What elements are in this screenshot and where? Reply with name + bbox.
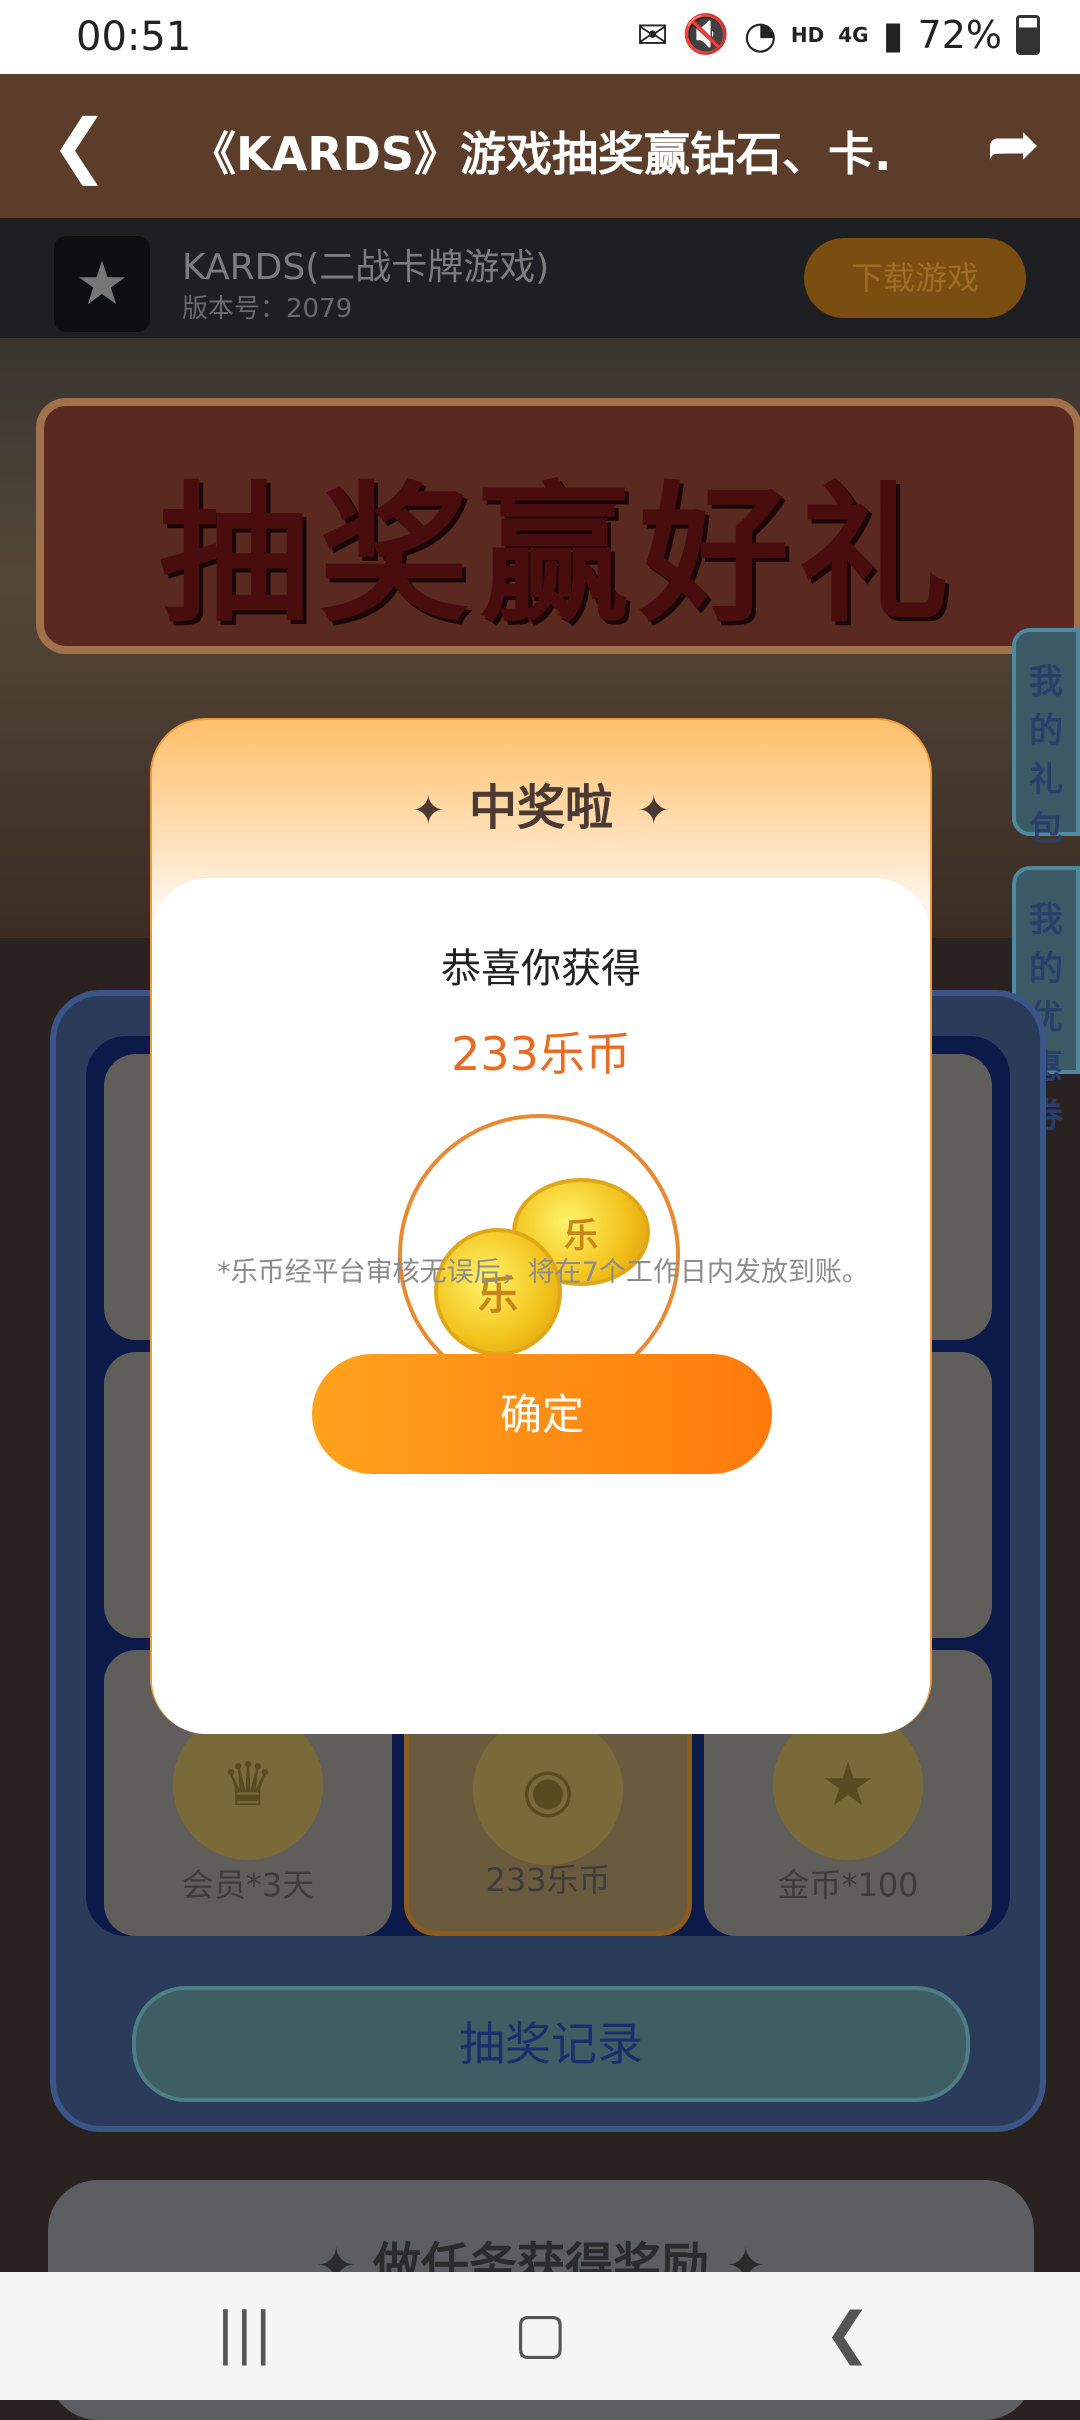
status-bar: 00:51 ✉ 🔇 ◔ HD 4G ▮ 72% bbox=[0, 0, 1080, 74]
status-icons: ✉ 🔇 ◔ HD 4G ▮ 72% bbox=[637, 12, 1040, 57]
wifi-icon: ◔ bbox=[743, 12, 777, 57]
dialog-title: 中奖啦 bbox=[468, 780, 613, 836]
message-icon: ✉ bbox=[636, 12, 669, 57]
share-icon[interactable]: ➦ bbox=[986, 110, 1040, 180]
coin-icon: 乐 bbox=[434, 1228, 562, 1356]
hd-indicator: HD bbox=[790, 22, 825, 47]
payout-notice: *乐币经平台审核无误后，将在7个工作日内发放到账。 bbox=[217, 1257, 869, 1288]
win-dialog: ✦ 中奖啦 ✦ 恭喜你获得 233乐币 乐 乐 *乐币经平台审核无误后，将在7个工作… bbox=[150, 718, 932, 1734]
congrats-text: 恭喜你获得 bbox=[441, 946, 641, 992]
back-icon[interactable]: ❮ bbox=[824, 2304, 871, 2364]
network-type: 4G bbox=[838, 22, 869, 47]
sparkle-icon: ✦ bbox=[411, 788, 445, 834]
page-title: 《KARDS》游戏抽奖赢钻石、卡... bbox=[190, 127, 890, 181]
dialog-body: 恭喜你获得 233乐币 乐 乐 *乐币经平台审核无误后，将在7个工作日内发放到账… bbox=[152, 878, 930, 1734]
battery-level: 72% bbox=[917, 12, 1002, 57]
home-icon[interactable]: ▢ bbox=[514, 2304, 567, 2364]
confirm-button[interactable]: 确定 bbox=[312, 1354, 772, 1474]
back-arrow-icon[interactable]: ❮ bbox=[50, 110, 109, 180]
sparkle-icon: ✦ bbox=[637, 788, 671, 834]
recent-apps-icon[interactable]: ||| bbox=[216, 2304, 273, 2364]
dialog-header: ✦ 中奖啦 ✦ bbox=[152, 768, 930, 838]
mute-icon: 🔇 bbox=[682, 12, 730, 56]
top-nav-bar: ❮ 《KARDS》游戏抽奖赢钻石、卡... ➦ bbox=[0, 74, 1080, 218]
signal-icon: ▮ bbox=[882, 12, 904, 57]
battery-icon bbox=[1016, 14, 1040, 55]
system-nav-bar: ||| ▢ ❮ bbox=[0, 2272, 1080, 2400]
won-prize-text: 233乐币 bbox=[451, 1027, 631, 1081]
status-time: 00:51 bbox=[76, 14, 192, 60]
